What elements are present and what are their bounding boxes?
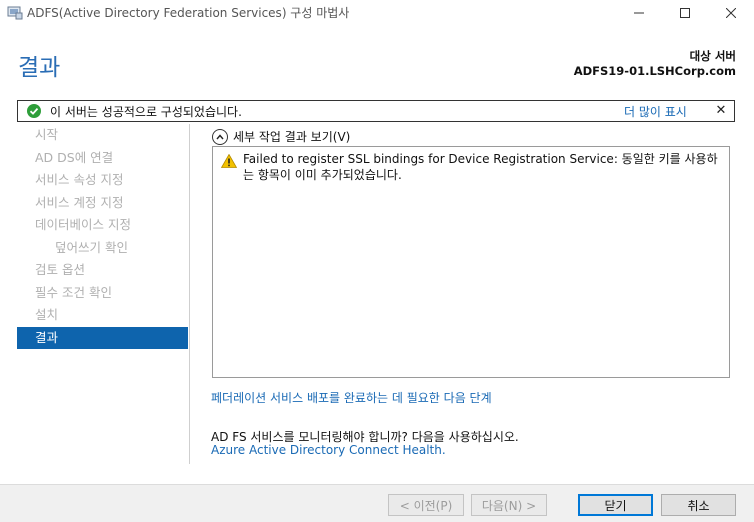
sidebar-item[interactable]: 서비스 속성 지정 — [17, 169, 188, 191]
target-server-label: 대상 서버 — [689, 49, 736, 63]
maximize-button[interactable] — [662, 0, 708, 26]
sidebar-item[interactable]: 서비스 계정 지정 — [17, 192, 188, 214]
view-details-toggle[interactable]: 세부 작업 결과 보기(V) — [212, 128, 350, 145]
sidebar-item[interactable]: 결과 — [17, 326, 188, 349]
warning-message: Failed to register SSL bindings for Devi… — [243, 152, 718, 182]
sidebar-item[interactable]: AD DS에 연결 — [17, 147, 188, 169]
view-details-label: 세부 작업 결과 보기(V) — [233, 130, 351, 144]
maximize-icon — [680, 8, 690, 18]
warning-icon — [221, 154, 237, 168]
sidebar-item[interactable]: 시작 — [17, 124, 188, 146]
close-icon — [726, 8, 736, 18]
close-banner-icon[interactable]: ✕ — [714, 103, 728, 119]
close-button[interactable]: 닫기 — [578, 494, 653, 516]
wizard-footer: < 이전(P) 다음(N) > 닫기 취소 — [0, 484, 754, 522]
nav-divider — [189, 124, 190, 464]
cancel-button[interactable]: 취소 — [661, 494, 736, 516]
check-circle-icon — [27, 104, 41, 118]
previous-button[interactable]: < 이전(P) — [388, 494, 464, 516]
result-details-box: Failed to register SSL bindings for Devi… — [212, 146, 730, 378]
sidebar-item[interactable]: 검토 옵션 — [17, 259, 188, 281]
next-steps-link[interactable]: 페더레이션 서비스 배포를 완료하는 데 필요한 다음 단계 — [211, 389, 492, 406]
chevron-up-icon — [212, 128, 228, 145]
sidebar-item[interactable]: 덮어쓰기 확인 — [17, 237, 188, 259]
minimize-button[interactable] — [616, 0, 662, 26]
status-banner: 이 서버는 성공적으로 구성되었습니다. 더 많이 표시 ✕ — [17, 100, 735, 122]
window-title: ADFS(Active Directory Federation Service… — [27, 6, 350, 20]
sidebar-item[interactable]: 데이터베이스 지정 — [17, 214, 188, 236]
sidebar-item[interactable]: 필수 조건 확인 — [17, 282, 188, 304]
next-button[interactable]: 다음(N) > — [471, 494, 547, 516]
page-title: 결과 — [18, 55, 61, 81]
aad-connect-health-link[interactable]: Azure Active Directory Connect Health. — [211, 443, 446, 457]
status-message: 이 서버는 성공적으로 구성되었습니다. — [50, 105, 242, 119]
sidebar-item[interactable]: 설치 — [17, 304, 188, 326]
minimize-icon — [634, 12, 644, 14]
target-server-value: ADFS19-01.LSHCorp.com — [573, 64, 736, 78]
close-window-button[interactable] — [708, 0, 754, 26]
wizard-header: 결과 대상 서버 ADFS19-01.LSHCorp.com — [0, 26, 754, 96]
wizard-nav: 시작 AD DS에 연결 서비스 속성 지정 서비스 계정 지정 데이터베이스 지정 덮어… — [17, 124, 188, 464]
server-config-icon — [7, 6, 23, 20]
title-bar: ADFS(Active Directory Federation Service… — [0, 0, 754, 26]
show-more-link[interactable]: 더 많이 표시 — [624, 103, 687, 120]
